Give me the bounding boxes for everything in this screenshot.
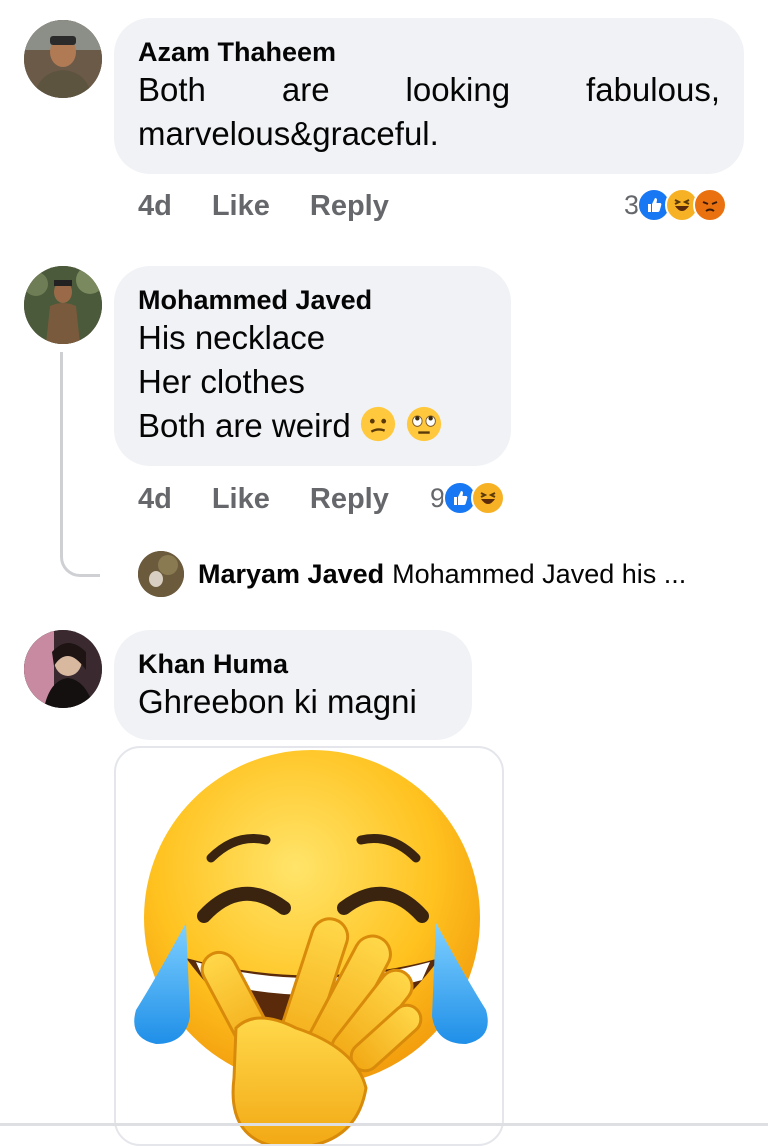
comment-line: His necklace <box>138 319 326 356</box>
avatar[interactable] <box>24 266 102 344</box>
comment-image-attachment[interactable] <box>114 746 504 1146</box>
reaction-summary[interactable]: 9 <box>430 481 506 515</box>
rolling-eyes-icon <box>406 406 441 442</box>
avatar[interactable] <box>24 20 102 98</box>
comment-author[interactable]: Khan Huma <box>138 648 448 680</box>
person-photo-icon <box>138 551 184 597</box>
person-photo-icon <box>24 630 102 708</box>
comment-text: Ghreebon ki magni <box>138 683 417 720</box>
like-button[interactable]: Like <box>212 190 270 223</box>
reply-button[interactable]: Reply <box>310 190 389 223</box>
comment-line: Both are weird <box>138 407 351 444</box>
reply-text: Mohammed Javed his ... <box>392 558 687 589</box>
avatar[interactable] <box>24 630 102 708</box>
comment-line: Her clothes <box>138 363 305 400</box>
reaction-summary[interactable]: 3 <box>624 188 728 222</box>
comment-time[interactable]: 4d <box>138 190 172 223</box>
comment-line-with-emoji: Both are weird <box>138 404 487 448</box>
comment-bubble: Mohammed Javed His necklace Her clothes … <box>114 266 511 466</box>
haha-icon <box>471 481 506 515</box>
comment-actions: 4d Like Reply <box>138 483 389 516</box>
reply-button[interactable]: Reply <box>310 483 389 516</box>
comment-text: Both are looking fabulous, marvelous&gra… <box>138 71 720 152</box>
comment-bubble: Azam Thaheem Both are looking fabulous, … <box>114 18 744 174</box>
comment-author[interactable]: Mohammed Javed <box>138 284 487 316</box>
avatar[interactable] <box>138 551 184 597</box>
reply-author[interactable]: Maryam Javed <box>198 559 384 590</box>
laughing-crying-emoji-image <box>134 750 488 1144</box>
confused-face-icon <box>360 406 395 442</box>
reply-thread-line <box>60 352 100 577</box>
comment-bubble: Khan Huma Ghreebon ki magni <box>114 630 472 740</box>
reply-preview[interactable]: Maryam Javed Mohammed Javed his ... <box>138 551 686 597</box>
comment-author[interactable]: Azam Thaheem <box>138 36 720 68</box>
like-button[interactable]: Like <box>212 483 270 516</box>
angry-icon <box>693 188 728 222</box>
person-photo-icon <box>24 266 102 344</box>
comment-time[interactable]: 4d <box>138 483 172 516</box>
comment-actions: 4d Like Reply <box>138 190 389 223</box>
person-photo-icon <box>24 20 102 98</box>
